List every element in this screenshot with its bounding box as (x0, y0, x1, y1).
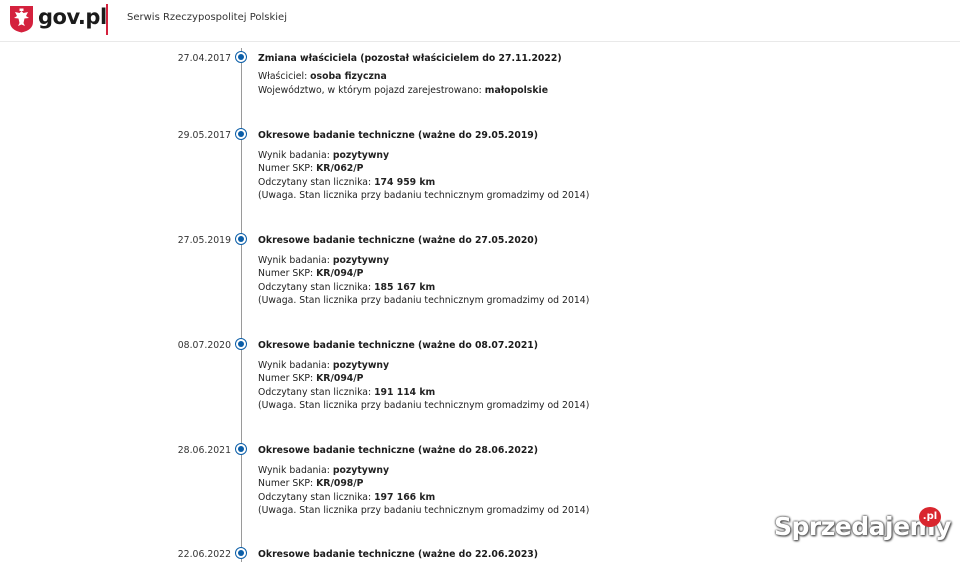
timeline-dot-icon (235, 233, 247, 245)
entry-title: Okresowe badanie techniczne (ważne do 08… (258, 340, 539, 351)
entry-detail: Województwo, w którym pojazd zarejestrow… (258, 85, 549, 96)
entry-detail: Odczytany stan licznika: 185 167 km (258, 282, 436, 293)
entry-title: Okresowe badanie techniczne (ważne do 29… (258, 130, 539, 141)
timeline-dot-icon (235, 338, 247, 350)
polish-eagle-emblem-icon[interactable] (9, 5, 34, 33)
service-name: Serwis Rzeczypospolitej Polskiej (127, 12, 287, 23)
entry-date: 27.04.2017 (177, 53, 231, 64)
entry-detail: Odczytany stan licznika: 191 114 km (258, 387, 436, 398)
entry-detail: Odczytany stan licznika: 174 959 km (258, 177, 436, 188)
timeline-dot-icon (235, 443, 247, 455)
entry-detail: Numer SKP: KR/094/P (258, 268, 364, 279)
entry-date: 22.06.2022 (177, 549, 231, 560)
entry-note: (Uwaga. Stan licznika przy badaniu techn… (258, 505, 590, 516)
entry-date: 29.05.2017 (177, 130, 231, 141)
entry-date: 27.05.2019 (177, 235, 231, 246)
timeline-dot-icon (235, 547, 247, 559)
entry-detail: Numer SKP: KR/094/P (258, 373, 364, 384)
entry-detail: Numer SKP: KR/062/P (258, 163, 364, 174)
entry-note: (Uwaga. Stan licznika przy badaniu techn… (258, 295, 590, 306)
entry-title: Okresowe badanie techniczne (ważne do 27… (258, 235, 539, 246)
entry-title: Okresowe badanie techniczne (ważne do 28… (258, 445, 539, 456)
timeline-dot-icon (235, 51, 247, 63)
entry-title: Zmiana właściciela (pozostał właściciele… (258, 53, 562, 64)
sprzedajemy-watermark-badge: .pl (919, 507, 941, 527)
gov-pl-logo-text[interactable]: gov.pl (38, 5, 107, 29)
entry-note: (Uwaga. Stan licznika przy badaniu techn… (258, 400, 590, 411)
timeline-line (241, 48, 242, 562)
site-header: gov.pl Serwis Rzeczypospolitej Polskiej (0, 0, 960, 42)
timeline-dot-icon (235, 128, 247, 140)
entry-detail: Właściciel: osoba fizyczna (258, 71, 387, 82)
entry-detail: Wynik badania: pozytywny (258, 360, 390, 371)
entry-detail: Wynik badania: pozytywny (258, 255, 390, 266)
entry-detail: Odczytany stan licznika: 197 166 km (258, 492, 436, 503)
entry-date: 08.07.2020 (177, 340, 231, 351)
header-divider (106, 4, 108, 35)
entry-detail: Wynik badania: pozytywny (258, 150, 390, 161)
entry-note: (Uwaga. Stan licznika przy badaniu techn… (258, 190, 590, 201)
entry-date: 28.06.2021 (177, 445, 231, 456)
entry-detail: Wynik badania: pozytywny (258, 465, 390, 476)
entry-title: Okresowe badanie techniczne (ważne do 22… (258, 549, 539, 560)
entry-detail: Numer SKP: KR/098/P (258, 478, 364, 489)
